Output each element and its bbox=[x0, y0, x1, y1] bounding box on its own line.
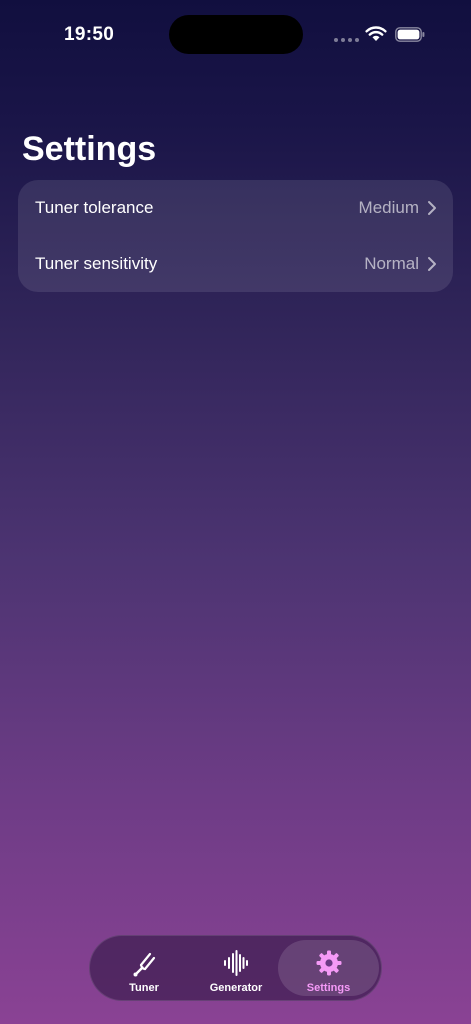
chevron-right-icon bbox=[428, 257, 436, 271]
settings-list: Tuner tolerance Medium Tuner sensitivity… bbox=[18, 180, 453, 292]
cellular-signal-icon bbox=[334, 38, 359, 42]
tab-settings-label: Settings bbox=[306, 982, 351, 994]
tuner-sensitivity-label: Tuner sensitivity bbox=[35, 254, 158, 273]
tuning-fork-icon bbox=[133, 952, 156, 977]
tuner-tolerance-value: Medium bbox=[358, 198, 419, 217]
tuner-tolerance-row[interactable]: Tuner tolerance Medium bbox=[18, 180, 453, 236]
chevron-right-icon bbox=[428, 201, 436, 215]
status-bar: 19:50 bbox=[0, 0, 471, 60]
status-time: 19:50 bbox=[64, 24, 115, 45]
tuner-sensitivity-value: Normal bbox=[364, 254, 419, 273]
wifi-icon bbox=[365, 26, 387, 41]
dynamic-island bbox=[169, 15, 303, 54]
tab-tuner[interactable]: Tuner bbox=[98, 940, 190, 996]
tab-generator[interactable]: Generator bbox=[190, 940, 282, 996]
tab-bar: Tuner Generator Settings bbox=[89, 935, 382, 1001]
waveform-icon bbox=[224, 950, 248, 976]
tab-generator-label: Generator bbox=[209, 982, 263, 994]
tab-settings[interactable]: Settings bbox=[278, 940, 379, 996]
tuner-tolerance-label: Tuner tolerance bbox=[35, 198, 154, 217]
tab-tuner-label: Tuner bbox=[129, 982, 159, 994]
page-title: Settings bbox=[22, 130, 157, 168]
battery-icon bbox=[395, 27, 425, 42]
tuner-sensitivity-row[interactable]: Tuner sensitivity Normal bbox=[18, 236, 453, 292]
gear-icon bbox=[316, 950, 341, 976]
